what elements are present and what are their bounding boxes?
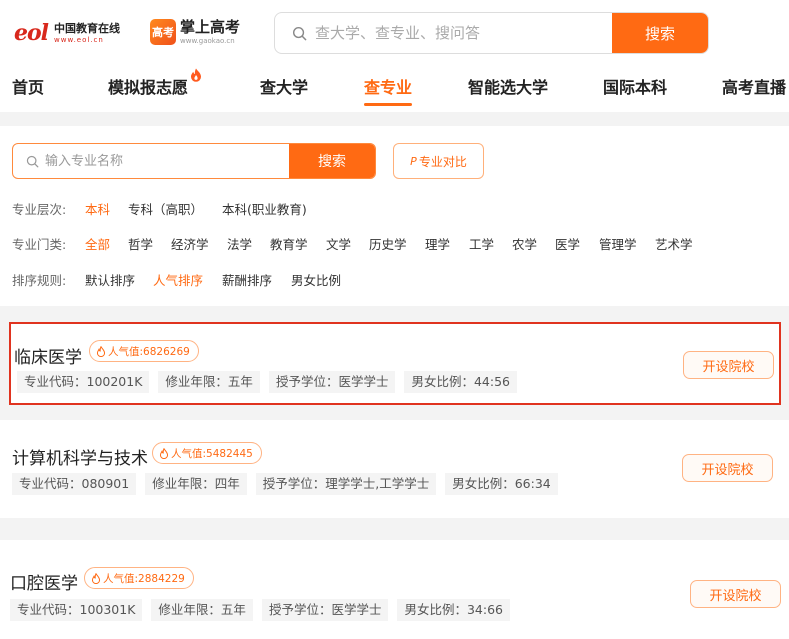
sort-filter-label: 排序规则:: [12, 273, 67, 288]
fire-icon: [191, 68, 202, 82]
flame-icon: [96, 345, 106, 357]
degree-tag: 授予学位：医学学士: [261, 599, 389, 621]
nav-item-smart-select[interactable]: 智能选大学: [468, 74, 548, 98]
study-years-tag: 修业年限：四年: [145, 473, 247, 495]
major-filter-panel: 搜索 P 专业对比 专业层次: 本科 专科（高职） 本科(职业教育) 专业门类:…: [0, 126, 789, 306]
category-option[interactable]: 法学: [227, 234, 252, 253]
nav-item-live[interactable]: 高考直播: [722, 74, 786, 98]
search-icon: [13, 144, 39, 178]
major-search-button[interactable]: 搜索: [289, 144, 375, 178]
global-search-input[interactable]: [307, 13, 612, 53]
study-years-tag: 修业年限：五年: [151, 599, 253, 621]
major-tags: 专业代码：080901 修业年限：四年 授予学位：理学学士,工学学士 男女比例：…: [12, 473, 567, 495]
category-option[interactable]: 艺术学: [655, 234, 693, 253]
sort-option[interactable]: 薪酬排序: [222, 270, 272, 289]
category-filter-label: 专业门类:: [12, 237, 67, 252]
main-nav: 首页 模拟报志愿 查大学 查专业 智能选大学 国际本科 高考直播: [0, 68, 789, 106]
category-option[interactable]: 医学: [555, 234, 580, 253]
gaokao-logo-badge: 高考: [150, 19, 176, 45]
major-name[interactable]: 口腔医学: [10, 569, 78, 594]
major-code-tag: 专业代码：100301K: [10, 599, 143, 621]
gaokao-logo-url: www.gaokao.cn: [180, 36, 235, 45]
nav-item-label: 模拟报志愿: [108, 78, 189, 97]
nav-item-home[interactable]: 首页: [12, 74, 44, 98]
category-option[interactable]: 历史学: [369, 234, 407, 253]
offering-schools-button[interactable]: 开设院校: [682, 454, 773, 482]
major-card[interactable]: 口腔医学 人气值:2884229 专业代码：100301K 修业年限：五年 授予…: [0, 540, 789, 639]
major-tags: 专业代码：100201K 修业年限：五年 授予学位：医学学士 男女比例：44:5…: [17, 371, 526, 393]
category-option[interactable]: 工学: [469, 234, 494, 253]
eol-logo[interactable]: eol 中国教育在线 www.eol.cn: [14, 18, 120, 48]
major-name[interactable]: 计算机科学与技术: [12, 444, 148, 469]
popularity-badge: 人气值:6826269: [89, 340, 199, 362]
offering-schools-button[interactable]: 开设院校: [683, 351, 774, 379]
eol-logo-url: www.eol.cn: [54, 35, 104, 44]
study-years-tag: 修业年限：五年: [158, 371, 260, 393]
popularity-badge: 人气值:5482445: [152, 442, 262, 464]
sort-option[interactable]: 人气排序: [153, 270, 203, 289]
category-option[interactable]: 管理学: [599, 234, 637, 253]
major-compare-button[interactable]: P 专业对比: [393, 143, 484, 179]
major-card[interactable]: 计算机科学与技术 人气值:5482445 专业代码：080901 修业年限：四年…: [0, 420, 789, 518]
major-search-input[interactable]: [39, 144, 289, 178]
nav-item-mock-application[interactable]: 模拟报志愿: [108, 68, 202, 98]
compare-icon: P: [410, 154, 417, 168]
global-search-box: 搜索: [274, 12, 709, 54]
offering-schools-button[interactable]: 开设院校: [690, 580, 781, 608]
gender-ratio-tag: 男女比例：34:66: [397, 599, 510, 621]
gaokao-logo[interactable]: 高考 掌上高考 www.gaokao.cn: [150, 16, 240, 48]
category-option[interactable]: 理学: [425, 234, 450, 253]
nav-item-universities[interactable]: 查大学: [260, 74, 308, 98]
major-name[interactable]: 临床医学: [14, 343, 82, 368]
popularity-badge: 人气值:2884229: [84, 567, 194, 589]
major-code-tag: 专业代码：080901: [12, 473, 137, 495]
category-option[interactable]: 教育学: [270, 234, 308, 253]
flame-icon: [159, 447, 169, 459]
major-search-box: 搜索: [12, 143, 376, 179]
major-code-tag: 专业代码：100201K: [17, 371, 150, 393]
degree-tag: 授予学位：医学学士: [268, 371, 396, 393]
popularity-value: 人气值:5482445: [171, 447, 253, 460]
sort-option[interactable]: 默认排序: [85, 270, 135, 289]
level-option[interactable]: 本科: [85, 199, 110, 218]
category-option[interactable]: 哲学: [128, 234, 153, 253]
eol-logo-name: 中国教育在线: [54, 21, 121, 35]
flame-icon: [91, 572, 101, 584]
sort-option[interactable]: 男女比例: [291, 270, 341, 289]
category-option[interactable]: 全部: [85, 234, 110, 253]
site-header: eol 中国教育在线 www.eol.cn 高考 掌上高考 www.gaokao…: [0, 0, 789, 112]
category-option[interactable]: 文学: [326, 234, 351, 253]
category-option[interactable]: 农学: [512, 234, 537, 253]
level-option[interactable]: 专科（高职）: [128, 199, 203, 218]
eol-logo-mark: eol: [14, 20, 49, 46]
major-card[interactable]: 临床医学 人气值:6826269 专业代码：100201K 修业年限：五年 授予…: [9, 322, 781, 405]
global-search-button[interactable]: 搜索: [612, 13, 708, 53]
major-tags: 专业代码：100301K 修业年限：五年 授予学位：医学学士 男女比例：34:6…: [10, 599, 519, 621]
popularity-value: 人气值:2884229: [103, 572, 185, 585]
degree-tag: 授予学位：理学学士,工学学士: [255, 473, 437, 495]
compare-label: 专业对比: [418, 154, 467, 169]
popularity-value: 人气值:6826269: [108, 345, 190, 358]
level-filter-label: 专业层次:: [12, 202, 67, 217]
gender-ratio-tag: 男女比例：44:56: [404, 371, 517, 393]
gender-ratio-tag: 男女比例：66:34: [445, 473, 558, 495]
nav-item-majors[interactable]: 查专业: [364, 74, 413, 106]
category-option[interactable]: 经济学: [171, 234, 209, 253]
search-icon: [275, 13, 307, 53]
gaokao-logo-name: 掌上高考: [180, 17, 241, 36]
nav-item-international[interactable]: 国际本科: [603, 74, 667, 98]
level-option[interactable]: 本科(职业教育): [222, 199, 307, 218]
